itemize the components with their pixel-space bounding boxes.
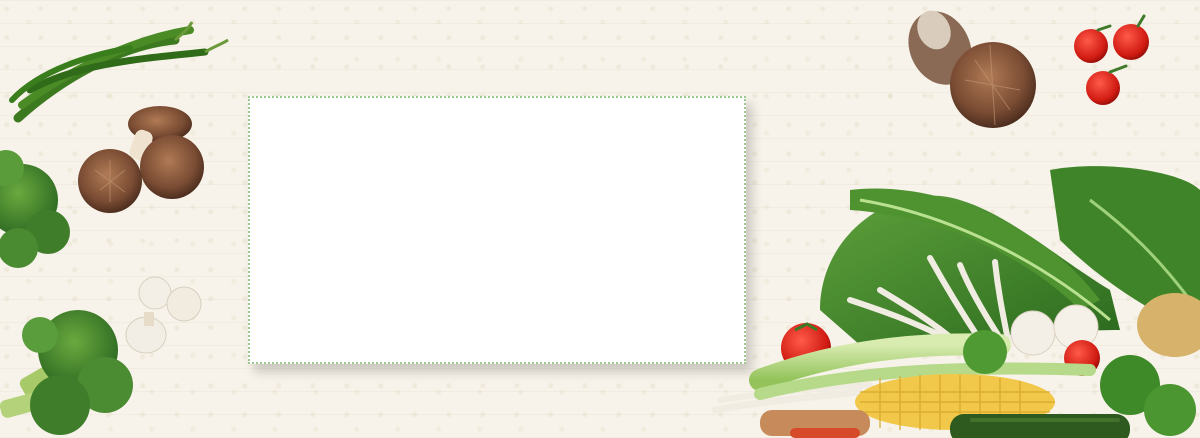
food-illustrations [0,10,1200,438]
shiitake-mushroom-icon [78,106,204,213]
broccoli-icon [0,150,70,268]
cherry-tomato-icon [1074,14,1149,105]
shiitake-mushroom-icon [908,10,1036,128]
broccoli-icon [0,310,133,435]
cucumber-icon [950,414,1130,438]
button-mushroom-icon [125,276,202,354]
chili-pepper-icon [9,21,229,123]
potato-icon [760,410,870,438]
food-banner [0,0,1200,438]
